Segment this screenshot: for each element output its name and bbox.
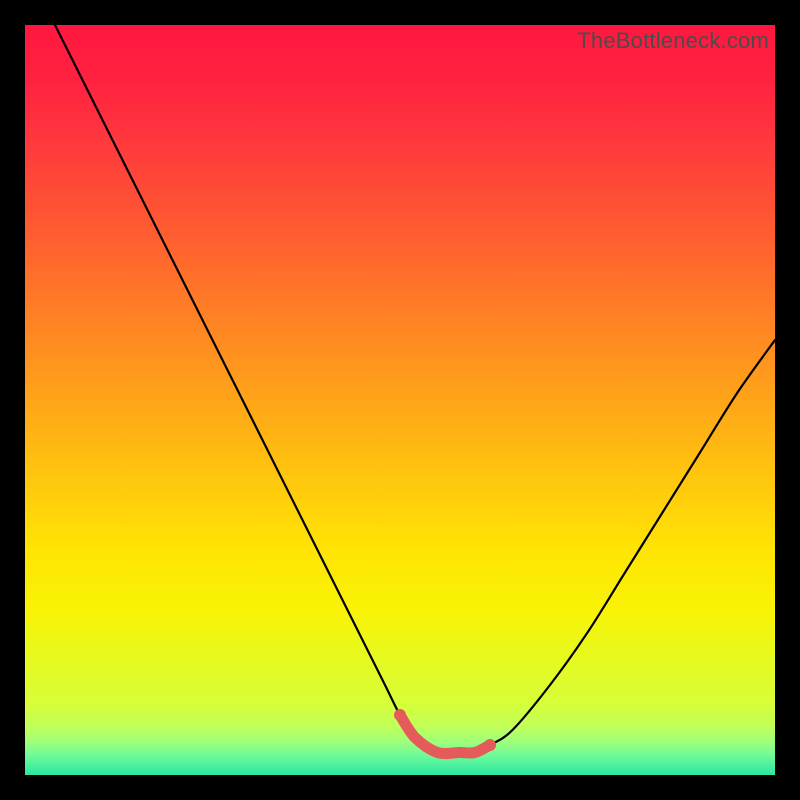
bottleneck-curve: [55, 25, 775, 754]
plot-area: TheBottleneck.com: [25, 25, 775, 775]
optimal-range-highlight: [400, 715, 490, 754]
highlight-start-dot: [394, 709, 406, 721]
highlight-end-dot: [484, 739, 496, 751]
chart-frame: TheBottleneck.com: [0, 0, 800, 800]
curve-layer: [25, 25, 775, 775]
